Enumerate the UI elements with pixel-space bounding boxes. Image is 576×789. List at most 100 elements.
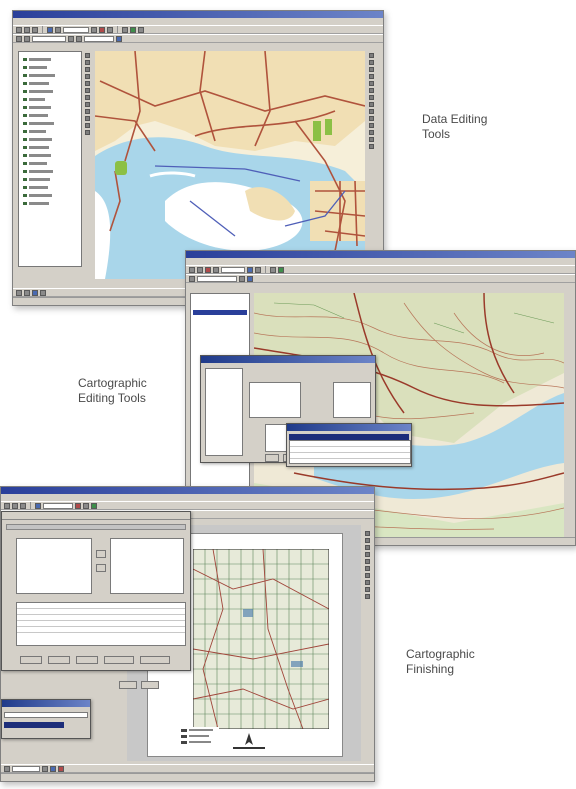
representation-toolbar[interactable] — [186, 274, 575, 283]
selected-option[interactable] — [4, 722, 64, 728]
layer-icon[interactable] — [122, 26, 128, 33]
tool-icon[interactable] — [369, 144, 374, 149]
table-row[interactable] — [17, 627, 185, 633]
tool-icon[interactable] — [85, 123, 90, 128]
measure-icon[interactable] — [107, 26, 113, 33]
save-icon[interactable] — [32, 26, 38, 33]
scale-field[interactable] — [63, 26, 89, 33]
available-list[interactable] — [16, 538, 92, 594]
attribute-table-dialog[interactable] — [286, 423, 412, 467]
target-field[interactable] — [84, 35, 114, 42]
identify-icon[interactable] — [91, 26, 97, 33]
tool-icon[interactable] — [365, 580, 370, 585]
tool-icon[interactable] — [85, 67, 90, 72]
vertex-icon[interactable] — [24, 35, 30, 42]
tool-icon[interactable] — [365, 566, 370, 571]
tool-icon[interactable] — [369, 116, 374, 121]
main-toolbar[interactable] — [13, 25, 383, 34]
editor-icon[interactable] — [278, 266, 284, 273]
line-color-icon[interactable] — [58, 765, 64, 772]
tool-icon[interactable] — [369, 88, 374, 93]
dialog-button-2[interactable] — [48, 656, 70, 664]
selected-list[interactable] — [110, 538, 184, 594]
draw-toolbar[interactable] — [1, 764, 374, 773]
tool-icon[interactable] — [85, 88, 90, 93]
snap-icon[interactable] — [138, 26, 144, 33]
tool-icon[interactable] — [85, 60, 90, 65]
new-icon[interactable] — [189, 266, 195, 273]
map-sheet-grid[interactable] — [193, 549, 329, 729]
select-icon[interactable] — [75, 502, 81, 509]
right-vertical-toolbar[interactable] — [365, 531, 370, 599]
draw-icon[interactable] — [4, 765, 10, 772]
tool-icon[interactable] — [85, 130, 90, 135]
dialog-field[interactable] — [4, 712, 88, 718]
font-field[interactable] — [12, 765, 40, 772]
layer-list[interactable] — [21, 54, 81, 266]
ok-button[interactable] — [119, 681, 137, 689]
pan-icon[interactable] — [83, 502, 89, 509]
select-icon[interactable] — [99, 26, 105, 33]
fill-icon[interactable] — [32, 289, 38, 296]
editor-icon[interactable] — [91, 502, 97, 509]
dialog-button-4[interactable] — [104, 656, 134, 664]
tool-icon[interactable] — [365, 552, 370, 557]
cancel-button[interactable] — [141, 681, 159, 689]
menu-bar[interactable] — [186, 258, 575, 265]
tool-icon[interactable] — [85, 81, 90, 86]
dialog-button-1[interactable] — [20, 656, 42, 664]
save-icon[interactable] — [20, 502, 26, 509]
scale-field[interactable] — [221, 266, 245, 273]
open-icon[interactable] — [24, 26, 30, 33]
editor-icon[interactable] — [130, 26, 136, 33]
fill-icon[interactable] — [50, 765, 56, 772]
tool-icon[interactable] — [365, 559, 370, 564]
tool-icon[interactable] — [369, 67, 374, 72]
tool-icon[interactable] — [369, 130, 374, 135]
tool-icon[interactable] — [369, 74, 374, 79]
attributes-icon[interactable] — [116, 35, 122, 42]
data-frame-properties-dialog[interactable] — [1, 511, 191, 671]
remove-button[interactable] — [96, 564, 106, 572]
dialog-button-5[interactable] — [140, 656, 170, 664]
rep-tool-icon[interactable] — [239, 275, 245, 282]
dialog-button-3[interactable] — [76, 656, 98, 664]
rep-field[interactable] — [197, 275, 237, 282]
right-vertical-toolbar[interactable] — [369, 53, 374, 149]
tool-icon[interactable] — [369, 109, 374, 114]
tool-icon[interactable] — [369, 95, 374, 100]
tool-icon[interactable] — [369, 102, 374, 107]
tool-icon[interactable] — [365, 545, 370, 550]
line-icon[interactable] — [40, 289, 46, 296]
select-icon[interactable] — [247, 266, 253, 273]
tool-icon[interactable] — [365, 594, 370, 599]
pan-icon[interactable] — [55, 26, 61, 33]
tool-icon[interactable] — [369, 81, 374, 86]
editor-toolbar[interactable] — [13, 34, 383, 43]
tool-icon[interactable] — [369, 60, 374, 65]
tool-icon[interactable] — [365, 531, 370, 536]
tool-icon[interactable] — [365, 573, 370, 578]
menu-bar[interactable] — [1, 494, 374, 501]
open-icon[interactable] — [12, 502, 18, 509]
save-icon[interactable] — [205, 266, 211, 273]
tool-icon[interactable] — [85, 95, 90, 100]
sheet-table[interactable] — [16, 602, 186, 646]
zoom-icon[interactable] — [213, 266, 219, 273]
zoom-icon[interactable] — [47, 26, 53, 33]
add-button[interactable] — [96, 550, 106, 558]
scale-field[interactable] — [43, 502, 73, 509]
table-of-contents[interactable] — [18, 51, 82, 267]
tool-icon[interactable] — [85, 53, 90, 58]
sketch-icon[interactable] — [16, 35, 22, 42]
rep-icon[interactable] — [189, 275, 195, 282]
dialog-tabs[interactable] — [2, 512, 190, 520]
tool-icon[interactable] — [85, 116, 90, 121]
task-field[interactable] — [32, 35, 66, 42]
tool-icon[interactable] — [85, 109, 90, 114]
zoom-icon[interactable] — [35, 502, 41, 509]
map-view[interactable] — [95, 51, 365, 279]
split-icon[interactable] — [68, 35, 74, 42]
tool-icon[interactable] — [365, 538, 370, 543]
table-row[interactable] — [290, 453, 410, 459]
